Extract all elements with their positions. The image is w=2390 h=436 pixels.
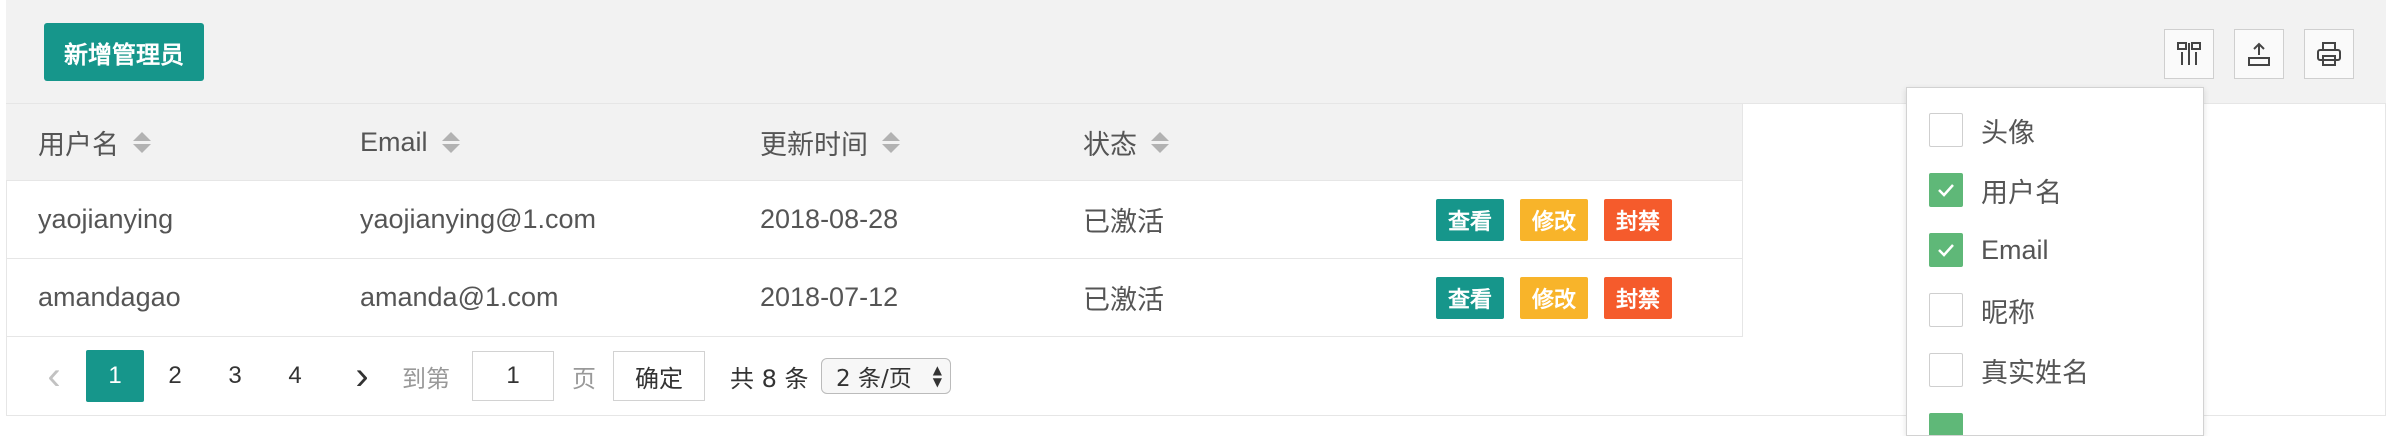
column-option-email[interactable]: Email — [1929, 230, 2049, 270]
sort-icon[interactable] — [133, 131, 151, 153]
prev-page-button[interactable]: ‹ — [34, 350, 74, 402]
add-admin-button[interactable]: 新增管理员 — [44, 23, 204, 81]
goto-suffix-label: 页 — [572, 364, 596, 393]
username-cell: yaojianying — [38, 204, 174, 234]
table-header-row: 用户名 Email 更新时间 状态 — [6, 104, 1742, 181]
select-arrows-icon: ▲ ▼ — [932, 363, 942, 389]
sort-icon[interactable] — [441, 131, 460, 153]
check-icon — [1938, 244, 1954, 257]
next-page-button[interactable]: › — [342, 350, 382, 402]
updated-cell: 2018-07-12 — [760, 282, 899, 312]
column-header-updated[interactable]: 更新时间 — [760, 104, 900, 180]
total-count: 共 8 条 — [730, 364, 809, 393]
column-divider — [1742, 104, 1743, 337]
view-button[interactable]: 查看 — [1436, 198, 1504, 241]
print-icon[interactable] — [2304, 29, 2354, 79]
row-actions: 查看 修改 封禁 — [1436, 181, 1672, 258]
table-row: amandagao amanda@1.com 2018-07-12 已激活 查看… — [6, 259, 1742, 337]
sort-icon[interactable] — [1151, 131, 1169, 153]
export-icon[interactable] — [2234, 29, 2284, 79]
column-header-username[interactable]: 用户名 — [38, 104, 151, 180]
column-option-avatar[interactable]: 头像 — [1929, 110, 2035, 150]
ban-button[interactable]: 封禁 — [1604, 276, 1672, 319]
per-page-select[interactable]: 2 条/页 ▲ ▼ — [821, 358, 951, 394]
status-cell: 已激活 — [1083, 285, 1164, 316]
goto-confirm-button[interactable]: 确定 — [613, 351, 705, 401]
row-actions: 查看 修改 封禁 — [1436, 259, 1672, 336]
ban-button[interactable]: 封禁 — [1604, 198, 1672, 241]
column-header-email[interactable]: Email — [360, 104, 460, 180]
checkbox-unchecked[interactable] — [1929, 353, 1963, 387]
view-button[interactable]: 查看 — [1436, 276, 1504, 319]
username-cell: amandagao — [38, 282, 181, 312]
page-1-button[interactable]: 1 — [86, 350, 144, 402]
column-option-partial[interactable] — [1929, 410, 1963, 435]
page-2-button[interactable]: 2 — [146, 350, 204, 402]
status-cell: 已激活 — [1083, 207, 1164, 238]
checkbox-unchecked[interactable] — [1929, 293, 1963, 327]
checkbox-checked[interactable] — [1929, 233, 1963, 267]
goto-prefix-label: 到第 — [402, 364, 450, 393]
column-option-username[interactable]: 用户名 — [1929, 170, 2062, 210]
checkbox-checked[interactable] — [1929, 413, 1963, 435]
column-option-nickname[interactable]: 昵称 — [1929, 290, 2035, 330]
pagination: ‹ 1 2 3 4 › 到第 页 确定 共 8 条 2 条/页 ▲▼ — [6, 337, 1906, 416]
check-icon — [1938, 184, 1954, 197]
edit-button[interactable]: 修改 — [1520, 198, 1588, 241]
checkbox-checked[interactable] — [1929, 173, 1963, 207]
table-row: yaojianying yaojianying@1.com 2018-08-28… — [6, 181, 1742, 259]
column-option-realname[interactable]: 真实姓名 — [1929, 350, 2089, 390]
edit-button[interactable]: 修改 — [1520, 276, 1588, 319]
email-cell: yaojianying@1.com — [360, 204, 597, 234]
email-cell: amanda@1.com — [360, 282, 559, 312]
page-3-button[interactable]: 3 — [206, 350, 264, 402]
checkbox-unchecked[interactable] — [1929, 113, 1963, 147]
updated-cell: 2018-08-28 — [760, 204, 899, 234]
columns-filter-icon[interactable] — [2164, 29, 2214, 79]
goto-page-input[interactable] — [472, 351, 554, 401]
column-filter-dropdown: 头像 用户名 Email 昵称 真实姓名 — [1906, 87, 2204, 436]
page-4-button[interactable]: 4 — [266, 350, 324, 402]
column-header-status[interactable]: 状态 — [1083, 104, 1169, 180]
sort-icon[interactable] — [882, 131, 900, 153]
